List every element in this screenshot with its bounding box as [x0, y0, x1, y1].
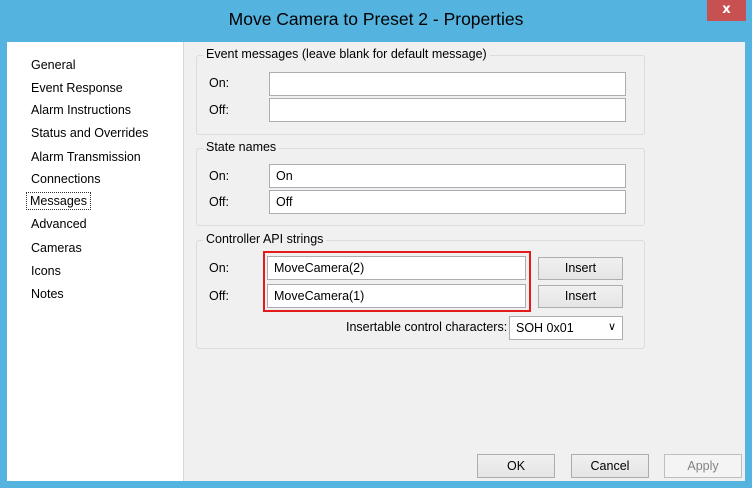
event-off-label: Off:: [209, 103, 229, 117]
api-off-label: Off:: [209, 289, 229, 303]
ok-button[interactable]: OK: [477, 454, 555, 478]
nav-item-notes[interactable]: Notes: [31, 285, 64, 303]
nav-item-general[interactable]: General: [31, 56, 75, 74]
control-chars-value: SOH 0x01: [516, 321, 574, 335]
chevron-down-icon: ∨: [607, 321, 616, 333]
event-off-field[interactable]: [269, 98, 626, 122]
event-on-field[interactable]: [269, 72, 626, 96]
highlight-box: [263, 251, 531, 312]
event-messages-title: Event messages (leave blank for default …: [203, 47, 490, 61]
state-on-field[interactable]: On: [269, 164, 626, 188]
close-button[interactable]: x: [707, 0, 746, 21]
nav-item-alarm-instructions[interactable]: Alarm Instructions: [31, 101, 131, 119]
state-off-label: Off:: [209, 195, 229, 209]
controller-api-title: Controller API strings: [203, 232, 327, 246]
insert-off-button[interactable]: Insert: [538, 285, 623, 308]
event-on-label: On:: [209, 76, 230, 90]
nav-item-cameras[interactable]: Cameras: [31, 239, 82, 257]
nav-item-icons[interactable]: Icons: [31, 262, 61, 280]
nav-item-advanced[interactable]: Advanced: [31, 215, 87, 233]
insert-on-button[interactable]: Insert: [538, 257, 623, 280]
nav-item-connections[interactable]: Connections: [31, 170, 101, 188]
api-on-label: On:: [209, 261, 230, 275]
apply-button[interactable]: Apply: [664, 454, 742, 478]
state-names-title: State names: [203, 140, 280, 154]
category-list: General Event Response Alarm Instruction…: [7, 42, 184, 481]
state-off-field[interactable]: Off: [269, 190, 626, 214]
window-title: Move Camera to Preset 2 - Properties: [228, 9, 524, 29]
state-on-label: On:: [209, 169, 230, 183]
nav-item-event-response[interactable]: Event Response: [31, 79, 123, 97]
nav-item-alarm-transmission[interactable]: Alarm Transmission: [31, 148, 141, 166]
control-chars-label: Insertable control characters:: [346, 320, 508, 334]
cancel-button[interactable]: Cancel: [571, 454, 649, 478]
nav-item-status-overrides[interactable]: Status and Overrides: [31, 124, 148, 142]
control-chars-select[interactable]: SOH 0x01 ∨: [509, 316, 623, 340]
title-bar[interactable]: Move Camera to Preset 2 - Properties x: [0, 0, 752, 42]
nav-item-messages[interactable]: Messages: [26, 192, 91, 210]
